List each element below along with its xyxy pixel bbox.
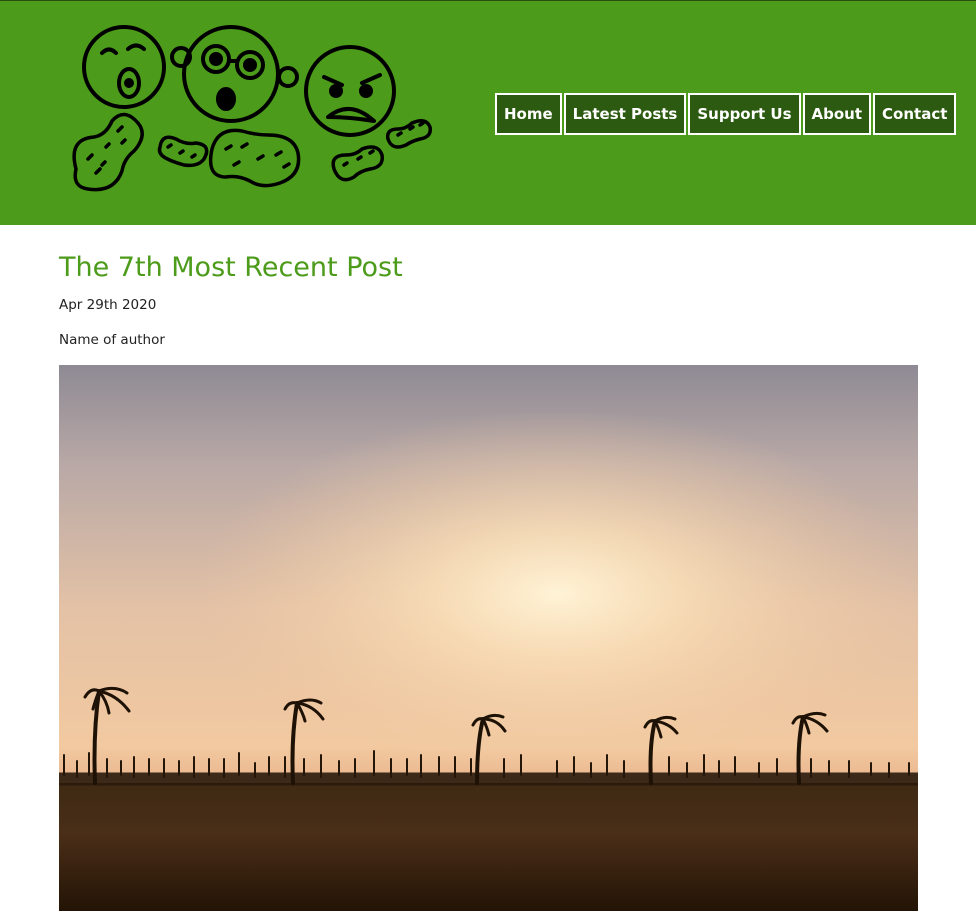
peanut-icon [331,145,384,182]
post-hero-image [59,365,918,911]
nav-about[interactable]: About [802,93,872,135]
face-angry-icon [304,45,396,137]
peanut-icon [157,135,209,168]
main-nav: Home Latest Posts Support Us About Conta… [495,93,957,135]
site-logo[interactable] [66,19,436,194]
peanut-icon [208,128,301,188]
peanut-icon [72,112,144,192]
post-title: The 7th Most Recent Post [59,252,403,283]
nav-latest-posts[interactable]: Latest Posts [563,93,687,135]
face-glasses-icon [170,25,299,123]
site-header: Home Latest Posts Support Us About Conta… [0,0,976,225]
post-date: Apr 29th 2020 [59,297,157,313]
nav-contact[interactable]: Contact [873,93,957,135]
nav-support-us[interactable]: Support Us [688,93,801,135]
face-singing-icon [82,25,166,109]
nav-home[interactable]: Home [495,93,562,135]
peanut-icon [385,119,433,149]
post-author: Name of author [59,332,165,348]
